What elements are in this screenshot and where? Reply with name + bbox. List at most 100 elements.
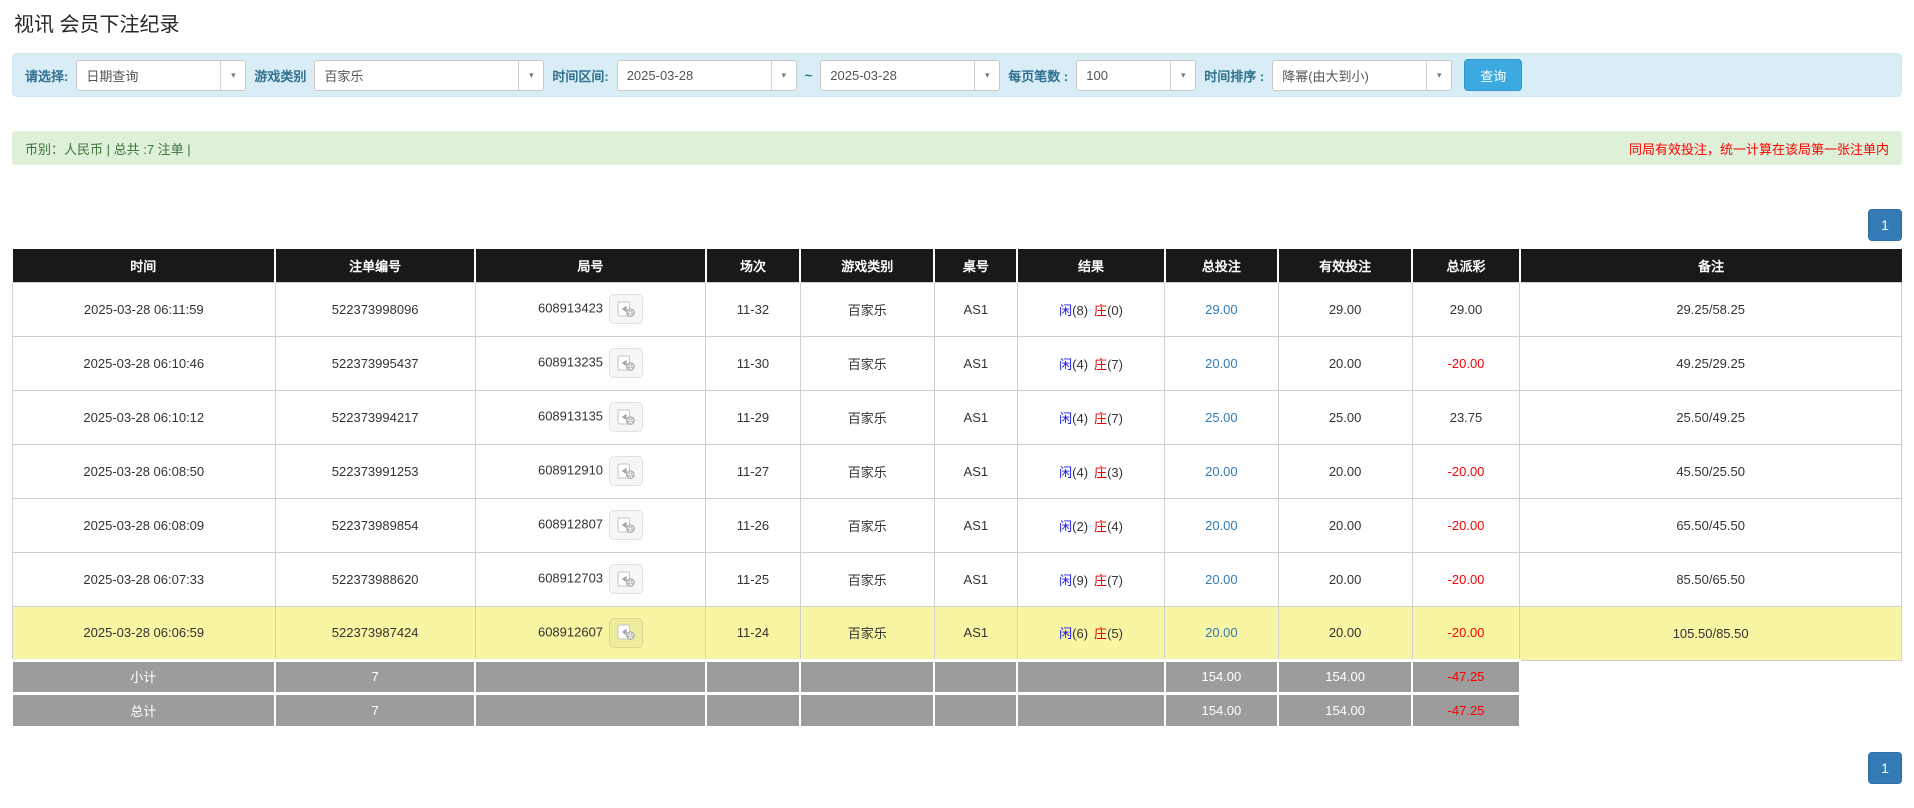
summary-blank-note-cell <box>1520 660 1902 693</box>
round-id-text: 608913135 <box>537 408 604 424</box>
chevron-down-icon[interactable]: ▾ <box>770 60 796 90</box>
col-header-result: 结果 <box>1017 249 1166 282</box>
cell-result: 闲(2) 庄(4) <box>1016 497 1166 553</box>
total-bet-link[interactable]: 20.00 <box>1205 518 1238 533</box>
date-to-select[interactable]: 2025-03-28 ▾ <box>820 59 1001 91</box>
round-id-text: 608912807 <box>537 516 604 532</box>
cell-bet-id: 522373988620 <box>274 551 476 607</box>
chevron-down-icon[interactable]: ▾ <box>518 60 544 90</box>
video-replay-button[interactable] <box>609 402 644 432</box>
col-header-game: 游戏类别 <box>800 249 936 282</box>
page-button-1[interactable]: 1 <box>1868 752 1902 784</box>
round-id-text: 608913235 <box>537 354 604 370</box>
table-row: 2025-03-28 06:10:46 522373995437 6089132… <box>12 335 1902 391</box>
cell-valid-bet: 20.00 <box>1277 605 1413 661</box>
summary-bar: 币别：人民币 | 总共 :7 注单 | 同局有效投注，统一计算在该局第一张注单内 <box>12 131 1902 165</box>
banker-result-label: 庄 <box>1094 302 1108 318</box>
page-size-value: 100 <box>1086 67 1108 83</box>
col-header-round-id: 局号 <box>475 249 707 282</box>
summary-label: 小计 <box>12 658 277 693</box>
cell-total-bet: 20.00 <box>1164 335 1279 391</box>
cell-session: 11-25 <box>705 551 801 607</box>
cell-total-bet: 20.00 <box>1164 443 1279 499</box>
cell-total-bet: 20.00 <box>1164 551 1279 607</box>
summary-row: 小计 7 154.00 154.00 -47.25 <box>12 658 1902 693</box>
banker-result-count: (7) <box>1107 572 1123 588</box>
cell-result: 闲(8) 庄(0) <box>1016 281 1166 337</box>
chevron-down-icon[interactable]: ▾ <box>1426 60 1452 90</box>
player-result-count: (8) <box>1072 302 1089 318</box>
video-replay-button[interactable] <box>609 617 644 648</box>
cell-round-id: 608913135 <box>474 389 707 445</box>
total-bet-link[interactable]: 25.00 <box>1205 410 1238 425</box>
search-button[interactable]: 查询 <box>1464 59 1523 91</box>
player-result-count: (6) <box>1072 626 1089 641</box>
cell-game: 百家乐 <box>799 605 935 661</box>
player-result-label: 闲 <box>1059 626 1073 641</box>
table-row: 2025-03-28 06:08:50 522373991253 6089129… <box>12 443 1902 499</box>
total-bet-link[interactable]: 20.00 <box>1205 464 1238 479</box>
total-bet-link[interactable]: 29.00 <box>1205 302 1238 317</box>
query-type-select[interactable]: 日期查询 ▾ <box>76 59 247 91</box>
cell-valid-bet: 20.00 <box>1277 335 1413 391</box>
col-header-bet-id: 注单编号 <box>275 249 477 282</box>
chevron-down-icon[interactable]: ▾ <box>220 60 246 90</box>
round-id-text: 608912703 <box>537 570 604 586</box>
banker-result-count: (5) <box>1107 626 1123 641</box>
currency-summary-text: 币别：人民币 | 总共 :7 注单 | <box>25 141 191 157</box>
cell-time: 2025-03-28 06:06:59 <box>12 605 276 661</box>
table-row: 2025-03-28 06:10:12 522373994217 6089131… <box>12 389 1902 445</box>
video-replay-button[interactable] <box>609 348 644 378</box>
video-replay-button[interactable] <box>609 456 644 486</box>
cell-payout: -20.00 <box>1411 551 1521 607</box>
cell-table-no: AS1 <box>933 605 1018 661</box>
cell-bet-id: 522373987424 <box>274 605 476 661</box>
page-size-select[interactable]: 100 ▾ <box>1076 59 1197 91</box>
total-bet-link[interactable]: 20.00 <box>1205 572 1238 587</box>
chevron-down-icon[interactable]: ▾ <box>974 60 1000 90</box>
cell-game: 百家乐 <box>799 497 935 553</box>
video-replay-button[interactable] <box>609 510 644 540</box>
video-replay-button[interactable] <box>609 564 644 594</box>
total-bet-link[interactable]: 20.00 <box>1205 625 1238 640</box>
cell-game: 百家乐 <box>799 335 935 391</box>
cell-round-id: 608912703 <box>474 551 707 607</box>
date-from-select[interactable]: 2025-03-28 ▾ <box>616 59 797 91</box>
cell-bet-id: 522373991253 <box>274 443 476 499</box>
cell-valid-bet: 29.00 <box>1277 281 1413 337</box>
banker-result-count: (7) <box>1107 410 1123 426</box>
summary-empty-cell <box>800 691 936 726</box>
cell-note: 85.50/65.50 <box>1519 551 1902 607</box>
player-result-label: 闲 <box>1059 464 1073 480</box>
table-row: 2025-03-28 06:06:59 522373987424 6089126… <box>12 605 1902 661</box>
summary-blank-note-cell <box>1520 693 1902 726</box>
banker-result-count: (7) <box>1107 356 1123 372</box>
banker-result-count: (0) <box>1107 302 1123 318</box>
table-row: 2025-03-28 06:08:09 522373989854 6089128… <box>12 497 1902 553</box>
summary-empty-cell <box>934 691 1019 726</box>
player-result-label: 闲 <box>1059 518 1073 534</box>
cell-session: 11-27 <box>705 443 801 499</box>
col-header-table-no: 桌号 <box>934 249 1019 282</box>
player-result-count: (4) <box>1072 464 1089 480</box>
summary-valid-bet: 154.00 <box>1278 691 1414 726</box>
cell-time: 2025-03-28 06:11:59 <box>12 281 276 337</box>
banker-result-label: 庄 <box>1094 518 1108 534</box>
table-body: 2025-03-28 06:11:59 522373998096 6089134… <box>12 281 1902 726</box>
chevron-down-icon[interactable]: ▾ <box>1170 60 1196 90</box>
page-button-1[interactable]: 1 <box>1868 209 1902 241</box>
total-bet-link[interactable]: 20.00 <box>1205 356 1238 371</box>
cell-payout: -20.00 <box>1411 335 1521 391</box>
round-id-text: 608912910 <box>537 462 604 478</box>
summary-label: 总计 <box>12 691 277 726</box>
summary-payout: -47.25 <box>1412 691 1521 726</box>
cell-table-no: AS1 <box>933 335 1018 391</box>
summary-empty-cell <box>800 658 936 693</box>
video-replay-button[interactable] <box>609 294 644 324</box>
cell-table-no: AS1 <box>933 443 1018 499</box>
game-category-select[interactable]: 百家乐 ▾ <box>314 59 545 91</box>
cell-note: 65.50/45.50 <box>1519 497 1902 553</box>
valid-bet-note-text: 同局有效投注，统一计算在该局第一张注单内 <box>1628 141 1889 157</box>
time-sort-select[interactable]: 降幂(由大到小) ▾ <box>1272 59 1453 91</box>
summary-empty-cell <box>1017 691 1166 726</box>
